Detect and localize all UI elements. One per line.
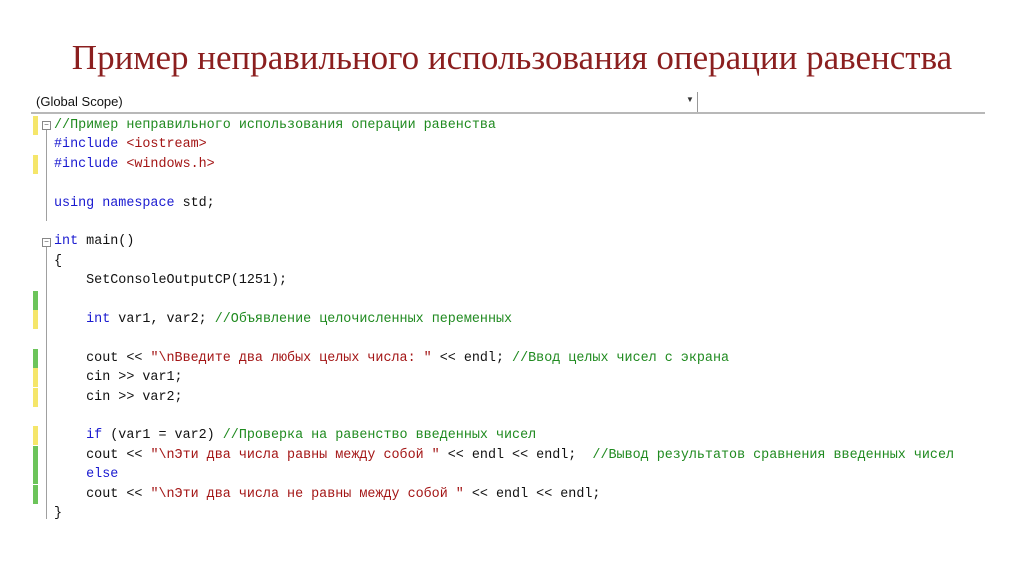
scope-dropdown[interactable]: (Global Scope) ▼ bbox=[31, 92, 985, 114]
code-line[interactable]: cout << "\nЭти два числа равны между соб… bbox=[31, 445, 985, 465]
change-marker-yellow bbox=[33, 387, 38, 407]
change-marker-green bbox=[33, 348, 38, 368]
token-comment: //Пример неправильного использования опе… bbox=[54, 118, 496, 133]
change-marker-yellow bbox=[33, 154, 38, 174]
slide-title: Пример неправильного использования опера… bbox=[71, 38, 953, 77]
token-kw: int bbox=[54, 234, 87, 250]
code-line[interactable]: SetConsoleOutputCP(1251); bbox=[31, 271, 985, 290]
code-line[interactable] bbox=[31, 213, 985, 232]
chevron-down-icon[interactable]: ▼ bbox=[686, 95, 694, 104]
token-kw: else bbox=[54, 467, 119, 483]
code-line[interactable]: } bbox=[31, 504, 985, 523]
token-plain: (var1 = var2) bbox=[110, 428, 223, 444]
code-text: SetConsoleOutputCP(1251); bbox=[54, 271, 287, 290]
code-line[interactable]: //Пример неправильного использования опе… bbox=[31, 116, 985, 135]
code-line[interactable] bbox=[31, 407, 985, 426]
code-text: //Пример неправильного использования опе… bbox=[54, 116, 496, 135]
token-plain: var1, var2; bbox=[118, 312, 215, 327]
token-str: "\nЭти два числа не равны между собой " bbox=[150, 486, 464, 502]
token-comment: //Ввод целых чисел с экрана bbox=[512, 350, 730, 366]
token-plain: << endl << endl; bbox=[439, 447, 593, 463]
token-str: "\nЭти два числа равны между собой " bbox=[150, 447, 440, 463]
token-plain: cout << bbox=[54, 447, 151, 463]
code-line[interactable]: cout << "\nЭти два числа не равны между … bbox=[31, 484, 985, 504]
token-plain: cout << bbox=[54, 350, 151, 366]
code-text: else bbox=[54, 465, 118, 484]
token-plain: cout << bbox=[54, 486, 151, 502]
token-comment: //Вывод результатов сравнения введенных … bbox=[592, 447, 955, 463]
code-line[interactable]: #include <windows.h> bbox=[31, 154, 985, 174]
code-line[interactable]: using namespace std; bbox=[31, 194, 985, 213]
code-line[interactable] bbox=[31, 290, 985, 310]
code-line[interactable]: { bbox=[31, 252, 985, 271]
code-line[interactable]: else bbox=[31, 465, 985, 485]
token-kw: int bbox=[54, 312, 119, 327]
token-plain: main() bbox=[86, 234, 135, 250]
code-text: cout << "\nЭти два числа равны между соб… bbox=[54, 446, 954, 465]
code-line[interactable]: cout << "\nВведите два любых целых числа… bbox=[31, 348, 985, 368]
dropdown-divider bbox=[697, 92, 698, 112]
change-marker-yellow bbox=[33, 368, 38, 388]
code-text: cin >> var1; bbox=[54, 368, 183, 387]
code-text: int var1, var2; //Объявление целочисленн… bbox=[54, 310, 512, 329]
code-text: int main() bbox=[54, 232, 134, 251]
token-plain: SetConsoleOutputCP(1251); bbox=[54, 273, 288, 289]
token-plain: << endl; bbox=[431, 350, 513, 366]
scope-dropdown-value: (Global Scope) bbox=[36, 94, 123, 109]
code-text: cout << "\nВведите два любых целых числа… bbox=[54, 349, 729, 368]
token-inc: <windows.h> bbox=[126, 156, 215, 172]
token-comment: //Проверка на равенство введенных чисел bbox=[222, 428, 537, 444]
token-inc: <iostream> bbox=[126, 137, 207, 153]
change-marker-green bbox=[33, 290, 38, 310]
code-editor[interactable]: − − //Пример неправильного использования… bbox=[31, 116, 985, 526]
token-str: "\nВведите два любых целых числа: " bbox=[150, 350, 432, 366]
code-line[interactable] bbox=[31, 174, 985, 193]
token-plain: { bbox=[54, 253, 63, 269]
token-kw: using namespace bbox=[54, 195, 183, 211]
code-text: } bbox=[54, 504, 62, 523]
code-line[interactable] bbox=[31, 329, 985, 348]
token-kw: if bbox=[54, 428, 111, 444]
code-line[interactable]: #include <iostream> bbox=[31, 135, 985, 154]
change-marker-yellow bbox=[33, 426, 38, 446]
change-marker-green bbox=[33, 484, 38, 504]
change-marker-yellow bbox=[33, 310, 38, 329]
change-marker-green bbox=[33, 465, 38, 485]
token-plain: cin >> var2; bbox=[54, 389, 183, 405]
code-text: using namespace std; bbox=[54, 194, 215, 213]
token-plain: } bbox=[54, 506, 63, 521]
code-line[interactable]: int main() bbox=[31, 232, 985, 251]
code-text: cout << "\nЭти два числа не равны между … bbox=[54, 485, 600, 504]
code-text: #include <windows.h> bbox=[54, 155, 215, 174]
change-marker-green bbox=[33, 445, 38, 465]
token-plain: std; bbox=[182, 195, 215, 211]
token-pp: #include bbox=[54, 156, 127, 172]
change-marker-yellow bbox=[33, 116, 38, 135]
code-line[interactable]: cin >> var2; bbox=[31, 387, 985, 407]
token-pp: #include bbox=[54, 137, 127, 153]
token-plain: << endl << endl; bbox=[463, 486, 601, 502]
code-text: #include <iostream> bbox=[54, 135, 207, 154]
code-text: cin >> var2; bbox=[54, 388, 183, 407]
code-line[interactable]: int var1, var2; //Объявление целочисленн… bbox=[31, 310, 985, 329]
token-comment: //Объявление целочисленных переменных bbox=[214, 312, 513, 327]
token-plain: cin >> var1; bbox=[54, 370, 183, 386]
code-text: if (var1 = var2) //Проверка на равенство… bbox=[54, 426, 536, 445]
code-line[interactable]: cin >> var1; bbox=[31, 368, 985, 388]
code-line[interactable]: if (var1 = var2) //Проверка на равенство… bbox=[31, 426, 985, 446]
code-text: { bbox=[54, 252, 62, 271]
